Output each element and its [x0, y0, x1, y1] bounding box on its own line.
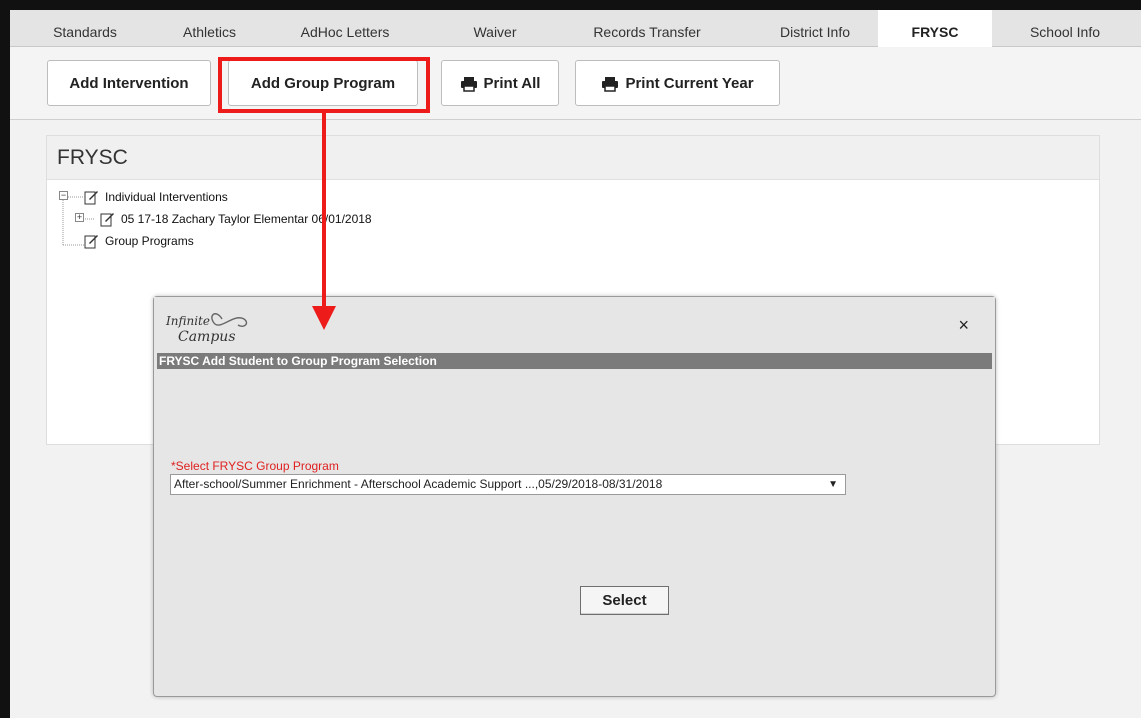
svg-text:Campus: Campus [178, 329, 236, 345]
dialog-title: FRYSC Add Student to Group Program Selec… [157, 353, 992, 369]
toolbar: Add Intervention Add Group Program Print… [10, 47, 1141, 120]
tab-adhoc-letters[interactable]: AdHoc Letters [280, 10, 410, 47]
chevron-down-icon[interactable]: ▼ [828, 475, 838, 494]
tab-frysc[interactable]: FRYSC [878, 10, 992, 48]
arrow-down-icon [312, 306, 336, 330]
note-document-icon [100, 213, 114, 227]
tab-athletics[interactable]: Athletics [162, 10, 257, 47]
group-program-dialog: Infinite Campus × FRYSC Add Student to G… [153, 296, 996, 697]
add-intervention-button[interactable]: Add Intervention [47, 60, 211, 106]
expand-icon[interactable]: + [75, 213, 84, 222]
collapse-icon[interactable]: − [59, 191, 68, 200]
tab-bar: Standards Athletics AdHoc Letters Waiver… [10, 10, 1141, 48]
note-document-icon [84, 235, 98, 249]
print-current-year-button[interactable]: Print Current Year [575, 60, 780, 106]
printer-icon [460, 76, 478, 92]
panel-title: FRYSC [47, 136, 1099, 180]
tab-waiver[interactable]: Waiver [450, 10, 540, 47]
tab-district-info[interactable]: District Info [755, 10, 875, 47]
group-program-select[interactable]: After-school/Summer Enrichment - Aftersc… [170, 474, 846, 495]
close-icon[interactable]: × [958, 315, 969, 336]
dialog-header: Infinite Campus × [154, 297, 995, 353]
tree-label-entry: 05 17-18 Zachary Taylor Elementar 06/01/… [121, 212, 372, 226]
printer-icon [601, 76, 619, 92]
select-button[interactable]: Select [580, 586, 669, 615]
tree-label-individual: Individual Interventions [105, 190, 228, 204]
note-document-icon [84, 191, 98, 205]
selected-option: After-school/Summer Enrichment - Aftersc… [174, 477, 663, 491]
annotation-arrow-line [322, 113, 326, 313]
tab-school-info[interactable]: School Info [1010, 10, 1120, 47]
infinite-campus-logo: Infinite Campus [165, 313, 248, 345]
tab-records-transfer[interactable]: Records Transfer [572, 10, 722, 47]
add-intervention-label: Add Intervention [69, 74, 189, 92]
select-button-label: Select [602, 592, 647, 609]
highlight-box [218, 57, 430, 113]
print-current-year-label: Print Current Year [625, 74, 754, 92]
group-program-label: *Select FRYSC Group Program [171, 459, 339, 473]
print-all-label: Print All [483, 74, 541, 92]
tab-standards[interactable]: Standards [30, 10, 140, 47]
print-all-button[interactable]: Print All [441, 60, 559, 106]
tree-label-group: Group Programs [105, 234, 194, 248]
window-frame-left [0, 0, 10, 718]
svg-text:Infinite: Infinite [165, 314, 210, 328]
window-frame-top [0, 0, 1141, 10]
